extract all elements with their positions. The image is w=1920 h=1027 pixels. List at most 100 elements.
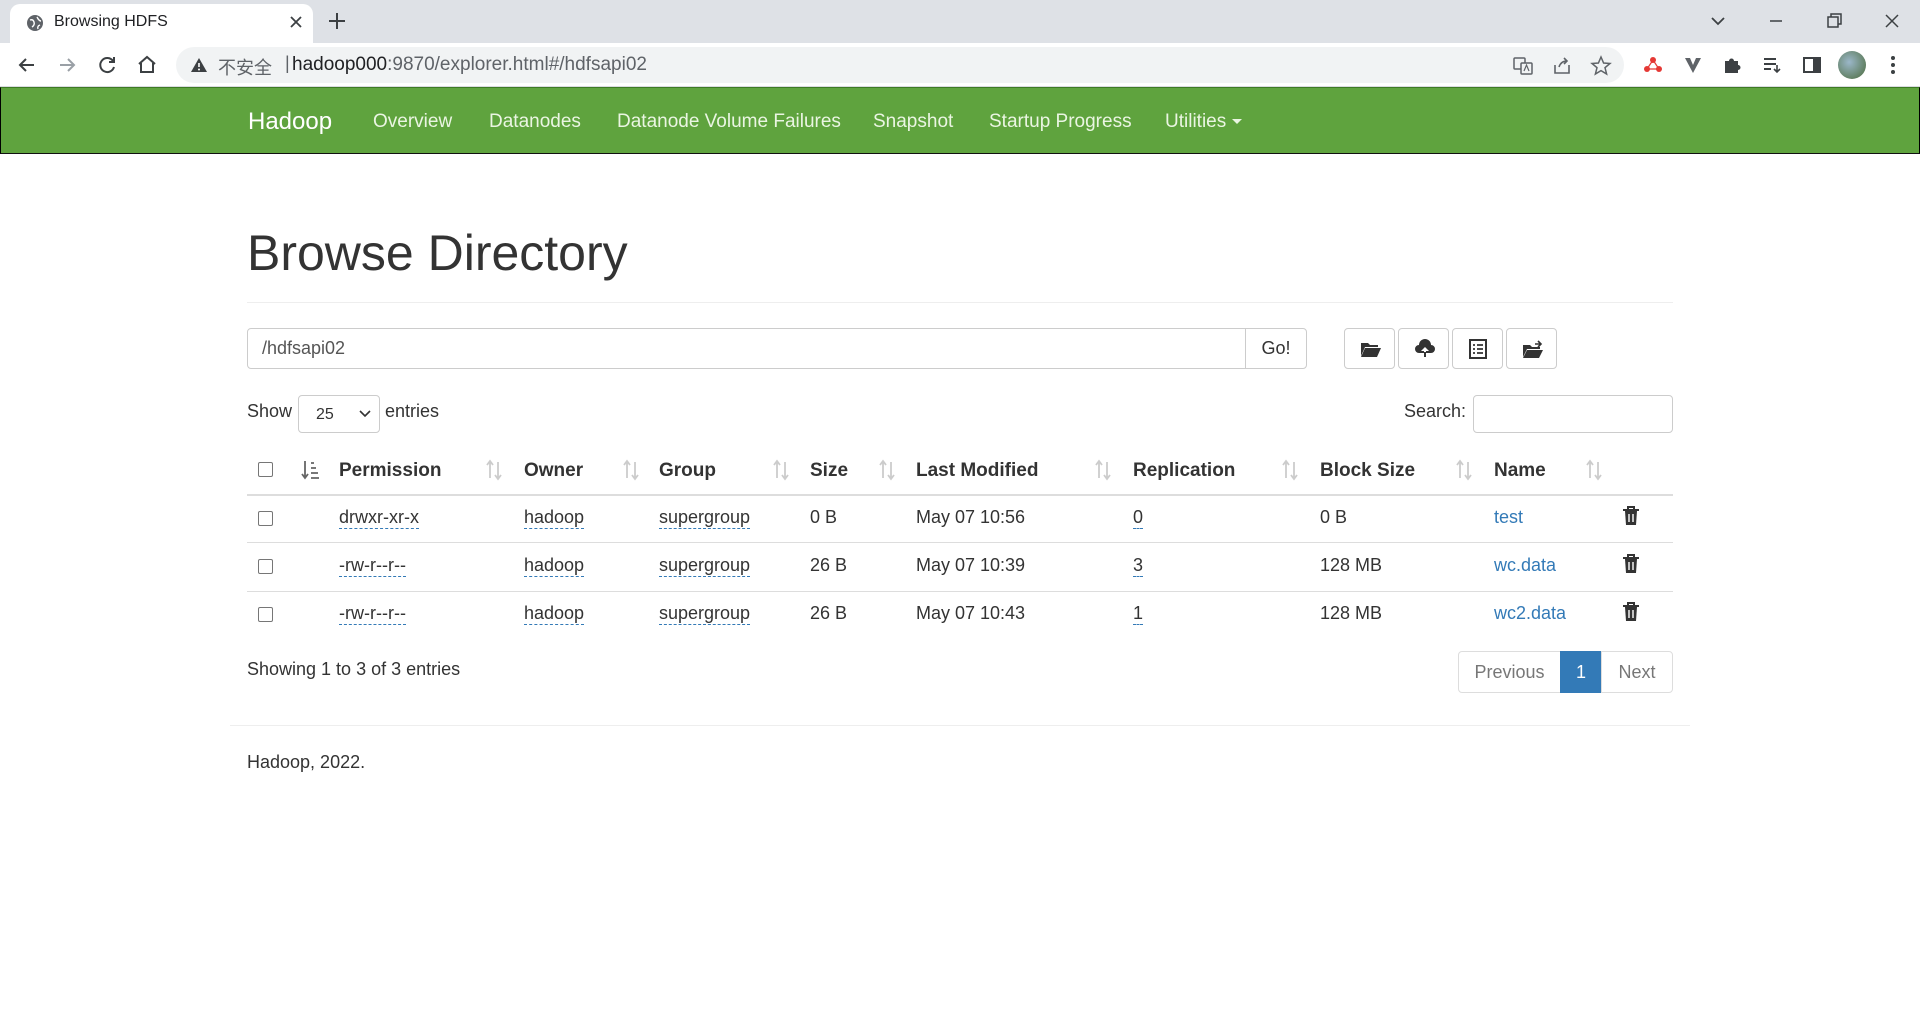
back-icon[interactable] — [14, 52, 40, 78]
cell-replication[interactable]: 3 — [1133, 555, 1144, 577]
sort-both-icon[interactable] — [1585, 459, 1603, 481]
cell-replication[interactable]: 0 — [1133, 507, 1144, 529]
extension-v-icon[interactable] — [1680, 52, 1706, 78]
search-input[interactable] — [1473, 395, 1673, 433]
column-header-replication[interactable]: Replication — [1133, 460, 1235, 482]
row-divider — [247, 591, 1673, 592]
column-header-owner[interactable]: Owner — [524, 460, 583, 482]
close-tab-icon[interactable] — [286, 12, 306, 32]
go-button[interactable]: Go! — [1245, 328, 1307, 369]
pagination-previous[interactable]: Previous — [1458, 651, 1561, 693]
browser-menu-icon[interactable] — [1880, 52, 1906, 78]
sort-both-icon[interactable] — [1094, 459, 1112, 481]
cell-size: 26 B — [810, 555, 848, 575]
navbar-brand[interactable]: Hadoop — [248, 108, 332, 136]
sort-both-icon[interactable] — [878, 459, 896, 481]
url-path: :9870/explorer.html#/hdfsapi02 — [387, 54, 647, 75]
browser-tab[interactable]: Browsing HDFS — [10, 4, 313, 43]
cell-owner[interactable]: hadoop — [524, 507, 585, 529]
extensions-puzzle-icon[interactable] — [1719, 52, 1745, 78]
restore-icon[interactable] — [1820, 7, 1848, 35]
sort-both-icon[interactable] — [1281, 459, 1299, 481]
sort-both-icon[interactable] — [485, 459, 503, 481]
sort-both-icon[interactable] — [622, 459, 640, 481]
tab-title: Browsing HDFS — [54, 13, 168, 30]
security-label[interactable]: 不安全 — [218, 54, 272, 80]
row-checkbox[interactable] — [258, 511, 273, 526]
forward-icon[interactable] — [54, 52, 80, 78]
sort-asc-icon[interactable] — [300, 459, 320, 481]
cut-paste-button[interactable] — [1452, 328, 1503, 369]
table-info: Showing 1 to 3 of 3 entries — [247, 659, 461, 679]
hadoop-navbar: Hadoop Overview Datanodes Datanode Volum… — [0, 87, 1920, 154]
cell-group[interactable]: supergroup — [659, 603, 751, 625]
pagination-page-1[interactable]: 1 — [1560, 651, 1602, 693]
globe-icon — [27, 15, 43, 31]
home-icon[interactable] — [134, 52, 160, 78]
row-checkbox[interactable] — [258, 559, 273, 574]
trash-icon[interactable] — [1622, 506, 1640, 526]
close-window-icon[interactable] — [1878, 7, 1906, 35]
address-bar[interactable]: 不安全 | hadoop000:9870/explorer.html#/hdfs… — [176, 47, 1624, 83]
reading-list-icon[interactable] — [1759, 52, 1785, 78]
nav-overview[interactable]: Overview — [373, 111, 452, 133]
profile-avatar[interactable] — [1838, 51, 1866, 79]
column-header-size[interactable]: Size — [810, 460, 848, 482]
bookmark-star-icon[interactable] — [1590, 55, 1612, 77]
column-header-group[interactable]: Group — [659, 460, 716, 482]
cell-permission[interactable]: -rw-r--r-- — [339, 555, 406, 577]
sort-both-icon[interactable] — [772, 459, 790, 481]
nav-utilities-dropdown[interactable]: Utilities — [1165, 111, 1243, 133]
replication-value: 3 — [1133, 555, 1144, 577]
new-tab-icon[interactable] — [325, 9, 349, 33]
cell-owner[interactable]: hadoop — [524, 603, 585, 625]
search-label: Search: — [1404, 401, 1467, 421]
permission-value: drwxr-xr-x — [339, 507, 419, 529]
trash-icon[interactable] — [1622, 602, 1640, 622]
reload-icon[interactable] — [94, 52, 120, 78]
url-text[interactable]: hadoop000:9870/explorer.html#/hdfsapi02 — [292, 54, 647, 76]
cell-permission[interactable]: -rw-r--r-- — [339, 603, 406, 625]
footer-divider — [230, 725, 1690, 726]
trash-icon[interactable] — [1622, 554, 1640, 574]
cell-replication[interactable]: 1 — [1133, 603, 1144, 625]
cell-last-modified: May 07 10:43 — [916, 603, 1026, 623]
page-title: Browse Directory — [247, 225, 628, 281]
extension-red-icon[interactable] — [1640, 52, 1666, 78]
nav-snapshot[interactable]: Snapshot — [873, 111, 953, 133]
file-name-link[interactable]: wc.data — [1494, 555, 1556, 576]
browser-toolbar: 不安全 | hadoop000:9870/explorer.html#/hdfs… — [0, 43, 1920, 87]
nav-startup-progress[interactable]: Startup Progress — [989, 111, 1132, 133]
file-name-link[interactable]: wc2.data — [1494, 603, 1566, 624]
create-directory-button[interactable] — [1344, 328, 1395, 369]
cell-permission[interactable]: drwxr-xr-x — [339, 507, 419, 529]
owner-value: hadoop — [524, 555, 585, 577]
translate-icon[interactable] — [1512, 55, 1534, 77]
minimize-icon[interactable] — [1762, 7, 1790, 35]
file-name-link[interactable]: test — [1494, 507, 1523, 528]
upload-file-button[interactable] — [1398, 328, 1449, 369]
copy-move-button[interactable] — [1506, 328, 1557, 369]
page-length-select[interactable]: 25 — [298, 395, 380, 433]
share-icon[interactable] — [1551, 55, 1573, 77]
side-panel-icon[interactable] — [1799, 52, 1825, 78]
tab-search-icon[interactable] — [1704, 7, 1732, 35]
column-header-block-size[interactable]: Block Size — [1320, 460, 1415, 482]
cell-owner[interactable]: hadoop — [524, 555, 585, 577]
column-header-name[interactable]: Name — [1494, 460, 1546, 482]
column-header-last-modified[interactable]: Last Modified — [916, 460, 1038, 482]
table-header-divider — [247, 494, 1673, 496]
warning-icon[interactable] — [190, 56, 208, 74]
column-header-permission[interactable]: Permission — [339, 460, 441, 482]
directory-path-input[interactable] — [247, 328, 1246, 369]
nav-datanodes[interactable]: Datanodes — [489, 111, 581, 133]
sort-both-icon[interactable] — [1455, 459, 1473, 481]
url-host: hadoop000 — [292, 54, 388, 75]
nav-datanode-volume-failures[interactable]: Datanode Volume Failures — [617, 111, 841, 133]
row-checkbox[interactable] — [258, 607, 273, 622]
cell-group[interactable]: supergroup — [659, 507, 751, 529]
nav-utilities-label: Utilities — [1165, 111, 1227, 132]
select-all-checkbox[interactable] — [258, 462, 273, 477]
cell-group[interactable]: supergroup — [659, 555, 751, 577]
pagination-next[interactable]: Next — [1601, 651, 1673, 693]
